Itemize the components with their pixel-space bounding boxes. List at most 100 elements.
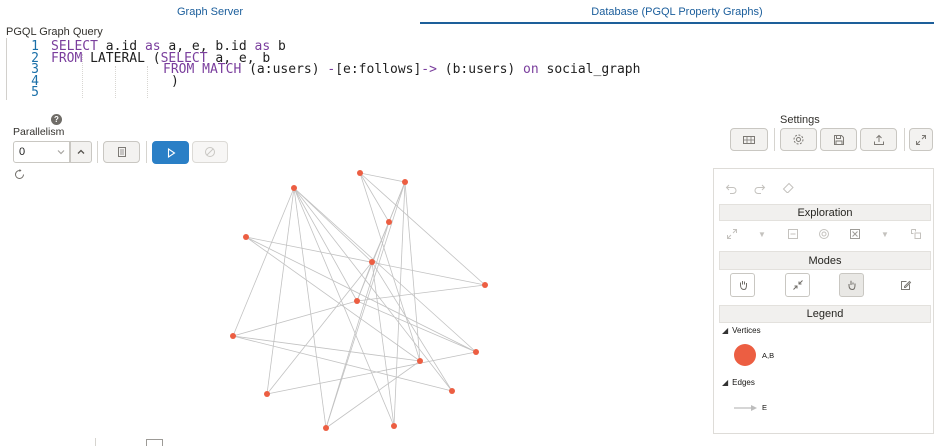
legend-vertices-heading: Vertices bbox=[732, 326, 761, 335]
graph-edge[interactable] bbox=[371, 261, 453, 392]
parallelism-increment-button[interactable] bbox=[70, 141, 92, 163]
graph-vertex[interactable] bbox=[357, 170, 363, 176]
undo-icon[interactable] bbox=[723, 180, 739, 196]
legend-vertex-label: A,B bbox=[762, 351, 775, 360]
legend-edges-group[interactable]: ◢ Edges bbox=[722, 378, 755, 387]
legend-edge-label: E bbox=[762, 403, 768, 412]
pan-mode-button[interactable] bbox=[730, 273, 755, 297]
tab-database-pgql[interactable]: Database (PGQL Property Graphs) bbox=[420, 0, 934, 24]
toolbar-divider bbox=[904, 128, 905, 151]
query-editor[interactable]: 1 2 3 4 5 SELECT a.id as a, e, b.id as b… bbox=[6, 38, 926, 100]
modes-header: Modes bbox=[719, 251, 931, 270]
collapse-icon[interactable] bbox=[785, 226, 801, 242]
graph-vertex[interactable] bbox=[291, 185, 297, 191]
group-icon[interactable] bbox=[847, 226, 863, 242]
graph-edge[interactable] bbox=[245, 236, 421, 362]
graph-edge[interactable] bbox=[359, 172, 486, 286]
upload-icon bbox=[873, 134, 884, 145]
divider bbox=[95, 438, 96, 446]
code-text: [e:follows] bbox=[335, 62, 422, 77]
graph-edge[interactable] bbox=[356, 261, 373, 302]
redo-icon[interactable] bbox=[751, 180, 767, 196]
graph-vertex[interactable] bbox=[323, 425, 329, 431]
graph-vertex[interactable] bbox=[402, 179, 408, 185]
graph-vertex[interactable] bbox=[482, 282, 488, 288]
clipped-control[interactable] bbox=[146, 439, 163, 446]
graph-edge[interactable] bbox=[293, 187, 358, 302]
tab-graph-server[interactable]: Graph Server bbox=[0, 0, 420, 24]
chevron-down-icon[interactable]: ▼ bbox=[877, 226, 893, 242]
graph-edge[interactable] bbox=[293, 187, 453, 392]
code-text: b bbox=[270, 39, 286, 54]
code-text: (a:users) bbox=[241, 62, 328, 77]
graph-edge[interactable] bbox=[388, 181, 406, 223]
gear-icon bbox=[793, 134, 804, 145]
graph-edge[interactable] bbox=[232, 335, 421, 362]
graph-vertex[interactable] bbox=[417, 358, 423, 364]
chevron-down-icon[interactable] bbox=[56, 146, 66, 158]
legend-vertices-group[interactable]: ◢ Vertices bbox=[722, 326, 761, 335]
graph-vertex[interactable] bbox=[391, 423, 397, 429]
legend-edges-heading: Edges bbox=[732, 378, 755, 387]
parallelism-input[interactable]: 0 bbox=[13, 141, 70, 163]
graph-edge[interactable] bbox=[232, 300, 358, 337]
graph-edge[interactable] bbox=[371, 261, 395, 427]
line-number: 5 bbox=[31, 85, 39, 100]
layout-icon[interactable] bbox=[908, 226, 924, 242]
graph-edge[interactable] bbox=[266, 187, 295, 395]
graph-vertex[interactable] bbox=[449, 388, 455, 394]
graph-edge[interactable] bbox=[293, 187, 477, 353]
graph-vertex[interactable] bbox=[230, 333, 236, 339]
shrink-icon bbox=[792, 280, 803, 290]
graph-edge[interactable] bbox=[232, 187, 295, 337]
graph-edge[interactable] bbox=[293, 187, 373, 263]
legend-header: Legend bbox=[719, 305, 931, 323]
save-icon bbox=[833, 134, 844, 145]
indent-guide bbox=[82, 54, 83, 98]
graph-edge[interactable] bbox=[266, 351, 477, 395]
graph-edge[interactable] bbox=[393, 181, 406, 427]
collapse-triangle-icon: ◢ bbox=[722, 326, 729, 335]
select-mode-button[interactable] bbox=[839, 273, 864, 297]
cancel-query-button[interactable] bbox=[192, 141, 228, 163]
expand-neighbors-icon[interactable] bbox=[724, 226, 740, 242]
toolbar-divider bbox=[146, 141, 147, 163]
graph-edge[interactable] bbox=[359, 172, 390, 223]
chevron-up-icon bbox=[77, 149, 85, 154]
settings-label: Settings bbox=[780, 114, 820, 126]
graph-vertex[interactable] bbox=[354, 298, 360, 304]
graph-edge[interactable] bbox=[325, 221, 390, 429]
graph-canvas[interactable] bbox=[0, 166, 700, 446]
editor-title: PGQL Graph Query bbox=[6, 26, 103, 38]
graph-edge[interactable] bbox=[359, 172, 406, 183]
eraser-icon[interactable] bbox=[780, 180, 796, 196]
graph-edge[interactable] bbox=[359, 172, 421, 362]
settings-button[interactable] bbox=[780, 128, 817, 151]
focus-icon[interactable] bbox=[816, 226, 832, 242]
cancel-icon bbox=[205, 147, 215, 157]
graph-vertex[interactable] bbox=[264, 391, 270, 397]
export-button[interactable] bbox=[860, 128, 897, 151]
toolbar-divider bbox=[97, 141, 98, 163]
graph-vertex[interactable] bbox=[243, 234, 249, 240]
graph-edge[interactable] bbox=[293, 187, 327, 429]
query-options-button[interactable] bbox=[103, 141, 140, 163]
table-view-button[interactable] bbox=[730, 128, 768, 151]
graph-edge[interactable] bbox=[245, 236, 477, 353]
edit-mode-button[interactable] bbox=[897, 277, 913, 293]
graph-vertex[interactable] bbox=[386, 219, 392, 225]
fullscreen-button[interactable] bbox=[909, 128, 933, 151]
operator: -> bbox=[421, 62, 437, 77]
toolbar-divider bbox=[774, 128, 775, 151]
run-query-button[interactable] bbox=[152, 141, 189, 164]
help-icon[interactable]: ? bbox=[51, 114, 62, 125]
graph-vertex[interactable] bbox=[369, 259, 375, 265]
indent-guide bbox=[147, 66, 148, 98]
graph-vertex[interactable] bbox=[473, 349, 479, 355]
graph-nodes bbox=[230, 170, 488, 431]
table-icon bbox=[743, 135, 755, 144]
chevron-down-icon[interactable]: ▼ bbox=[754, 226, 770, 242]
collapse-mode-button[interactable] bbox=[785, 273, 810, 297]
save-button[interactable] bbox=[820, 128, 857, 151]
graph-edge[interactable] bbox=[356, 300, 477, 353]
